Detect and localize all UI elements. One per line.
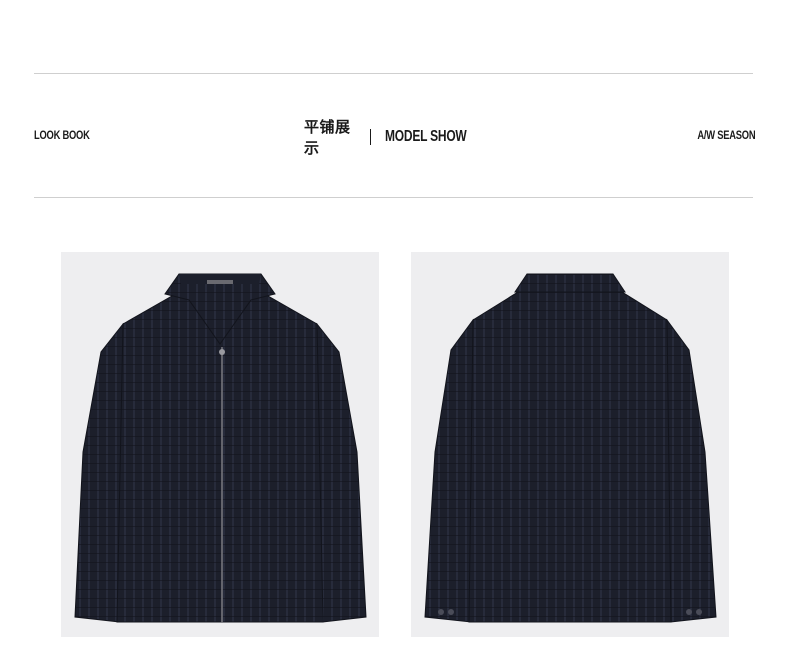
look-book-label: LOOK BOOK xyxy=(34,128,90,142)
title-chinese: 平铺展示 xyxy=(304,118,351,157)
jacket-front-image xyxy=(61,252,379,637)
season-label: A/W SEASON xyxy=(697,128,755,142)
bottom-divider-line xyxy=(34,197,753,198)
section-title: 平铺展示 MODEL SHOW xyxy=(304,118,494,157)
title-english: MODEL SHOW xyxy=(385,128,467,145)
section-header: LOOK BOOK 平铺展示 MODEL SHOW A/W SEASON xyxy=(34,118,755,157)
title-separator xyxy=(369,129,372,145)
top-divider-line xyxy=(34,73,753,74)
jacket-back-image xyxy=(411,252,729,637)
